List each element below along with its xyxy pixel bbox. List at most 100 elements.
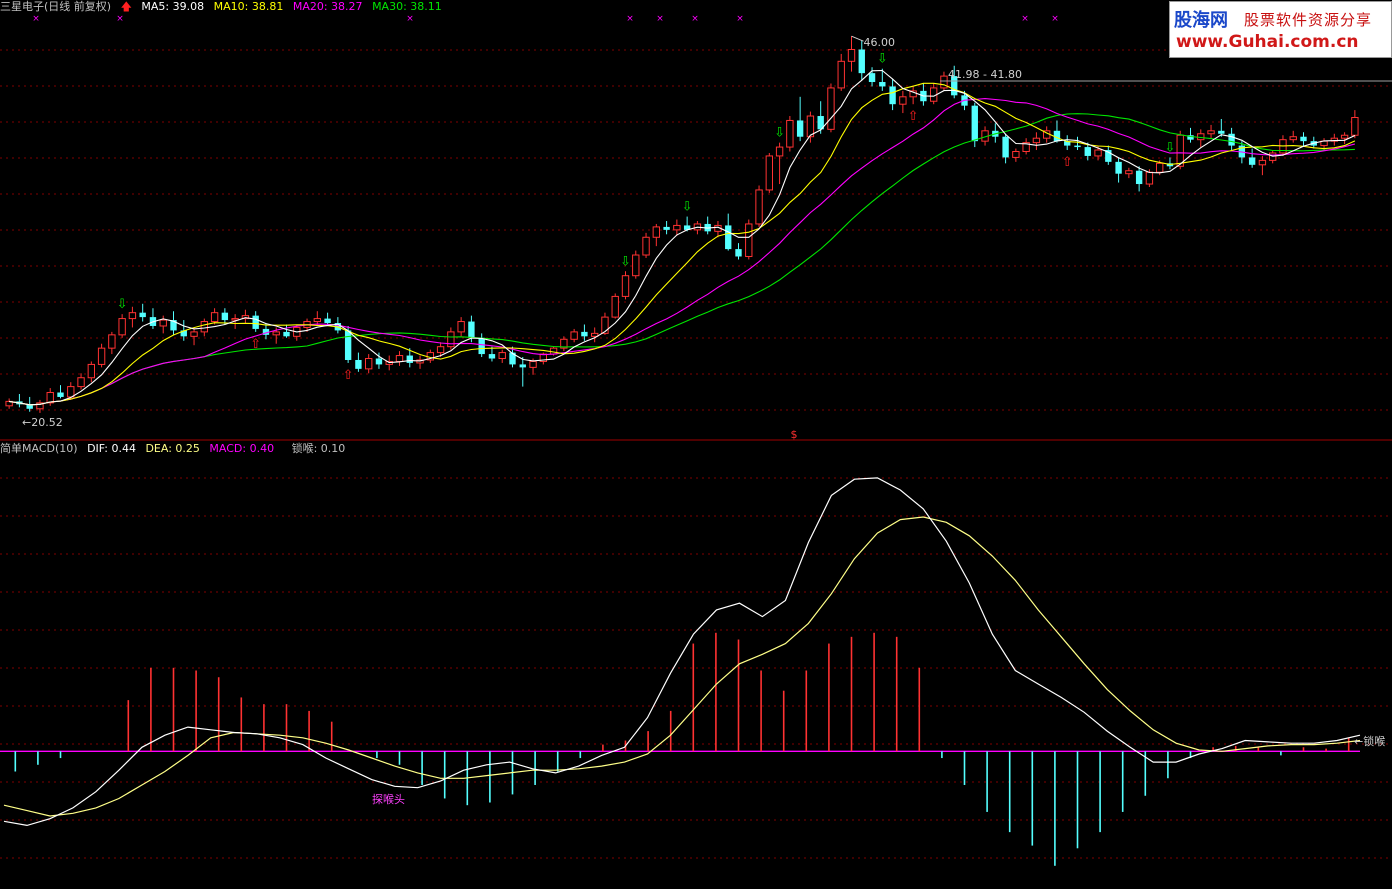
candle-down	[324, 318, 331, 324]
candle-up	[775, 146, 784, 157]
macd-histogram	[14, 632, 1350, 866]
candle-up	[108, 334, 116, 349]
candle-down	[725, 225, 732, 250]
s-marker: $	[791, 428, 798, 441]
top-marker: ×	[691, 14, 699, 24]
ma10-label: MA10: 38.81	[213, 0, 284, 13]
candle-down	[468, 321, 475, 338]
ma20-line	[9, 98, 1356, 406]
ma10-line	[9, 82, 1356, 406]
high-price-label: 46.00	[864, 36, 896, 49]
candle-up	[97, 347, 106, 365]
candle-up	[673, 224, 681, 231]
candle-down	[1248, 157, 1256, 165]
top-marker: ×	[116, 14, 124, 24]
candle-up	[1289, 136, 1297, 141]
price-grid	[0, 49, 1392, 441]
high-price-pointer	[851, 35, 864, 42]
candle-down	[344, 330, 352, 360]
candle-up	[1197, 133, 1205, 141]
top-marker: ×	[1021, 14, 1029, 24]
candle-up	[1340, 134, 1349, 139]
candle-up	[786, 119, 794, 148]
candle-up	[652, 226, 661, 238]
macd-lines	[3, 477, 1361, 827]
dif-line	[3, 477, 1361, 827]
top-marker: ×	[1051, 14, 1059, 24]
candle-down	[1074, 145, 1081, 148]
candle-up	[395, 355, 404, 362]
sell-arrow-icon: ⇩	[117, 297, 128, 312]
candle-up	[837, 60, 845, 89]
macd-title: 简单MACD(10)	[0, 442, 78, 455]
candle-up	[128, 312, 137, 320]
chart-title: 三星电子(日线 前复权)	[0, 0, 112, 13]
candle-up	[498, 352, 506, 360]
candle-up	[159, 319, 167, 327]
logo-brand: 股海网	[1174, 10, 1228, 31]
candle-down	[57, 392, 64, 397]
up-arrow-icon: 🡅	[120, 0, 132, 13]
candle-up	[1145, 171, 1154, 185]
candle-up	[87, 363, 96, 379]
candle-down	[1002, 136, 1009, 158]
price-legend: 三星电子(日线 前复权) 🡅 MA5: 39.08 MA10: 38.81 MA…	[0, 1, 448, 13]
candle-up	[190, 331, 198, 337]
candle-up	[621, 275, 630, 297]
candle-up	[364, 358, 373, 370]
candle-up	[899, 96, 907, 105]
top-marker: ×	[406, 14, 414, 24]
sell-arrow-icon: ⇩	[877, 52, 888, 67]
candle-up	[447, 331, 455, 348]
candle-down	[581, 331, 588, 337]
candle-down	[971, 105, 978, 142]
candle-down	[406, 355, 413, 363]
candle-down	[519, 364, 526, 368]
candle-down	[478, 337, 485, 355]
candle-up	[272, 331, 280, 336]
range-label: 41.98 - 41.80	[948, 68, 1022, 81]
candle-down	[663, 226, 670, 230]
candle-up	[1125, 170, 1133, 175]
low-price-label: ←20.52	[22, 416, 63, 429]
candle-up	[210, 312, 219, 323]
candle-down	[858, 49, 865, 74]
ma5-line	[9, 69, 1356, 406]
dea-label: DEA: 0.25	[145, 442, 200, 455]
top-marker: ×	[32, 14, 40, 24]
ma20-label: MA20: 38.27	[292, 0, 363, 13]
macd-label: MACD: 0.40	[209, 442, 275, 455]
candle-down	[1218, 130, 1225, 134]
candle-up	[570, 331, 578, 340]
lock-label: 锁喉: 0.10	[291, 442, 346, 455]
candle-up	[77, 377, 85, 388]
sell-arrow-icon: ⇩	[1165, 140, 1176, 155]
guhai-logo[interactable]: 股海网 股票软件资源分享 www.Guhai.com.cn	[1169, 1, 1392, 58]
candle-up	[313, 318, 322, 323]
buy-arrow-icon: ⇧	[250, 337, 261, 352]
candle-up	[1155, 162, 1164, 173]
candle-down	[488, 354, 496, 359]
candle-down	[868, 73, 876, 83]
sell-arrow-icon: ⇩	[774, 126, 785, 141]
candle-up	[632, 254, 640, 277]
candle-down	[375, 358, 383, 365]
candle-up	[529, 360, 537, 368]
top-marker: ×	[626, 14, 634, 24]
logo-url: www.Guhai.com.cn	[1176, 32, 1359, 52]
top-marker: ×	[656, 14, 664, 24]
candle-up	[200, 321, 209, 333]
candle-up	[642, 236, 650, 256]
candle-down	[1300, 136, 1307, 142]
moving-averages	[9, 69, 1356, 406]
candle-up	[755, 189, 763, 225]
candle-down	[796, 120, 804, 137]
candle-up	[611, 295, 619, 318]
buy-arrow-icon: ⇧	[908, 109, 919, 124]
macd-legend: 简单MACD(10) DIF: 0.44 DEA: 0.25 MACD: 0.4…	[0, 443, 351, 455]
macd-grid	[0, 477, 1392, 859]
ma30-label: MA30: 38.11	[372, 0, 442, 13]
candle-down	[355, 359, 362, 369]
candle-up	[1258, 159, 1267, 166]
annotations: ←20.52 46.00 41.98 - 41.80 $ 探喉头 ←锁喉 × × × × × × × × ×	[22, 14, 1392, 806]
